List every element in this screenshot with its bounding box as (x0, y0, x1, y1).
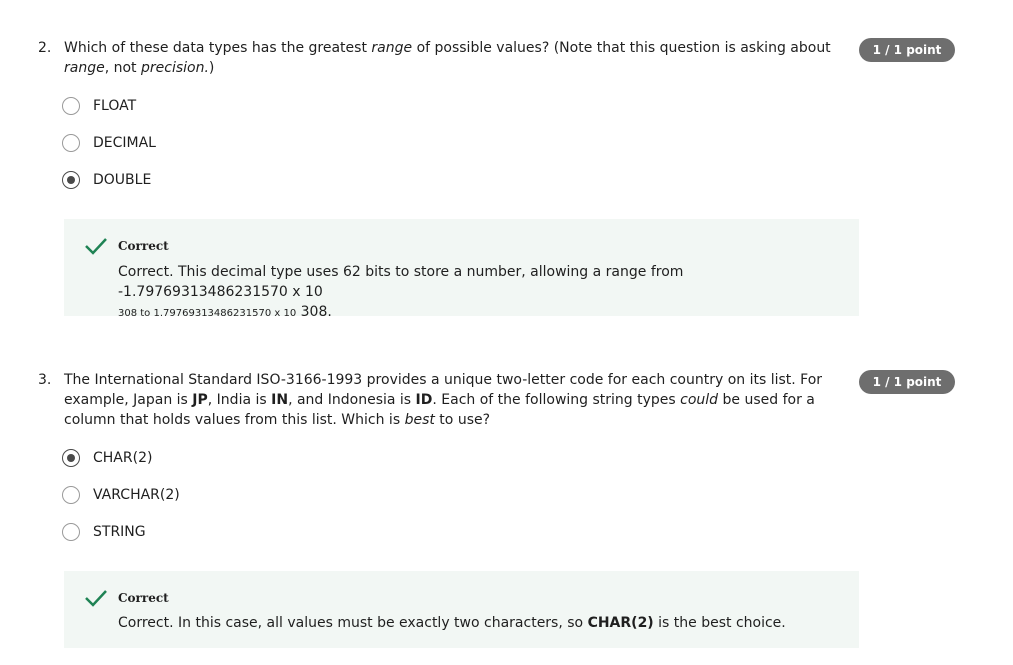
radio-button-selected[interactable] (62, 449, 80, 467)
quiz-page: 2. Which of these data types has the gre… (0, 0, 1013, 665)
option-label: STRING (93, 524, 146, 540)
feedback-box: Correct Correct. This decimal type uses … (64, 219, 859, 320)
option-varchar2[interactable]: VARCHAR(2) (62, 484, 180, 506)
feedback-title: Correct (118, 591, 169, 605)
option-string[interactable]: STRING (62, 521, 146, 543)
feedback-text: Correct. This decimal type uses 62 bits … (118, 264, 684, 320)
checkmark-icon (85, 590, 107, 607)
question-text: The International Standard ISO-3166-1993… (64, 372, 823, 428)
question-number: 3. (38, 372, 52, 388)
option-char2[interactable]: CHAR(2) (62, 447, 152, 469)
option-label: FLOAT (93, 98, 137, 114)
feedback-text: Correct. In this case, all values must b… (118, 615, 786, 631)
points-badge: 1 / 1 point (859, 370, 955, 394)
question-number: 2. (38, 40, 52, 56)
option-label: DECIMAL (93, 135, 156, 151)
radio-button-selected[interactable] (62, 171, 80, 189)
radio-button[interactable] (62, 486, 80, 504)
question-text: Which of these data types has the greate… (64, 40, 831, 76)
option-float[interactable]: FLOAT (62, 95, 136, 117)
points-badge: 1 / 1 point (859, 38, 955, 62)
option-label: DOUBLE (93, 172, 152, 188)
checkmark-icon (85, 238, 107, 255)
option-double[interactable]: DOUBLE (62, 169, 151, 191)
radio-button[interactable] (62, 134, 80, 152)
option-label: CHAR(2) (93, 450, 153, 466)
option-label: VARCHAR(2) (93, 487, 180, 503)
radio-button[interactable] (62, 523, 80, 541)
feedback-box: Correct Correct. In this case, all value… (64, 571, 859, 648)
option-decimal[interactable]: DECIMAL (62, 132, 156, 154)
radio-button[interactable] (62, 97, 80, 115)
feedback-title: Correct (118, 239, 169, 253)
